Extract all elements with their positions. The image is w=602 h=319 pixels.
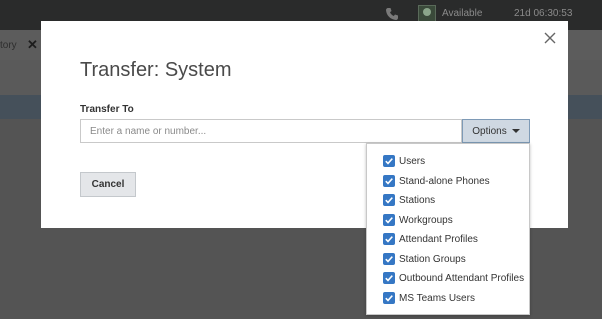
- option-label: MS Teams Users: [399, 292, 475, 304]
- transfer-target-input[interactable]: [80, 119, 462, 143]
- close-icon[interactable]: ✕: [27, 37, 38, 53]
- option-attendant-profiles[interactable]: Attendant Profiles: [383, 231, 478, 247]
- checkbox-checked-icon[interactable]: [383, 233, 395, 245]
- transfer-to-label: Transfer To: [80, 104, 134, 115]
- options-button[interactable]: Options: [462, 119, 530, 143]
- option-workgroups[interactable]: Workgroups: [383, 212, 453, 228]
- options-dropdown-menu: Users Stand-alone Phones Stations Workgr…: [366, 143, 530, 315]
- option-station-groups[interactable]: Station Groups: [383, 251, 466, 267]
- close-icon[interactable]: [541, 29, 559, 47]
- option-label: Station Groups: [399, 253, 466, 265]
- option-label: Workgroups: [399, 214, 453, 226]
- dialog-title: Transfer: System: [80, 59, 232, 81]
- cancel-button[interactable]: Cancel: [80, 172, 136, 197]
- option-label: Stations: [399, 194, 436, 206]
- checkbox-checked-icon[interactable]: [383, 214, 395, 226]
- checkbox-checked-icon[interactable]: [383, 194, 395, 206]
- checkbox-checked-icon[interactable]: [383, 272, 395, 284]
- option-stations[interactable]: Stations: [383, 192, 435, 208]
- options-button-label: Options: [472, 125, 507, 137]
- option-stand-alone-phones[interactable]: Stand-alone Phones: [383, 173, 490, 189]
- option-label: Users: [399, 155, 426, 167]
- presence-status[interactable]: Available: [442, 8, 482, 19]
- option-ms-teams-users[interactable]: MS Teams Users: [383, 290, 475, 306]
- option-label: Outbound Attendant Profiles: [399, 272, 525, 284]
- checkbox-checked-icon[interactable]: [383, 155, 395, 167]
- checkbox-checked-icon[interactable]: [383, 253, 395, 265]
- option-label: Attendant Profiles: [399, 233, 478, 245]
- background-tab-label[interactable]: tory: [0, 40, 17, 51]
- checkbox-checked-icon[interactable]: [383, 292, 395, 304]
- phone-icon[interactable]: [385, 7, 399, 21]
- checkbox-checked-icon[interactable]: [383, 175, 395, 187]
- option-users[interactable]: Users: [383, 153, 425, 169]
- caret-down-icon: [511, 129, 520, 133]
- option-label: Stand-alone Phones: [399, 175, 490, 187]
- status-timer: 21d 06:30:53: [514, 8, 573, 19]
- option-outbound-attendant-profiles[interactable]: Outbound Attendant Profiles: [383, 270, 524, 286]
